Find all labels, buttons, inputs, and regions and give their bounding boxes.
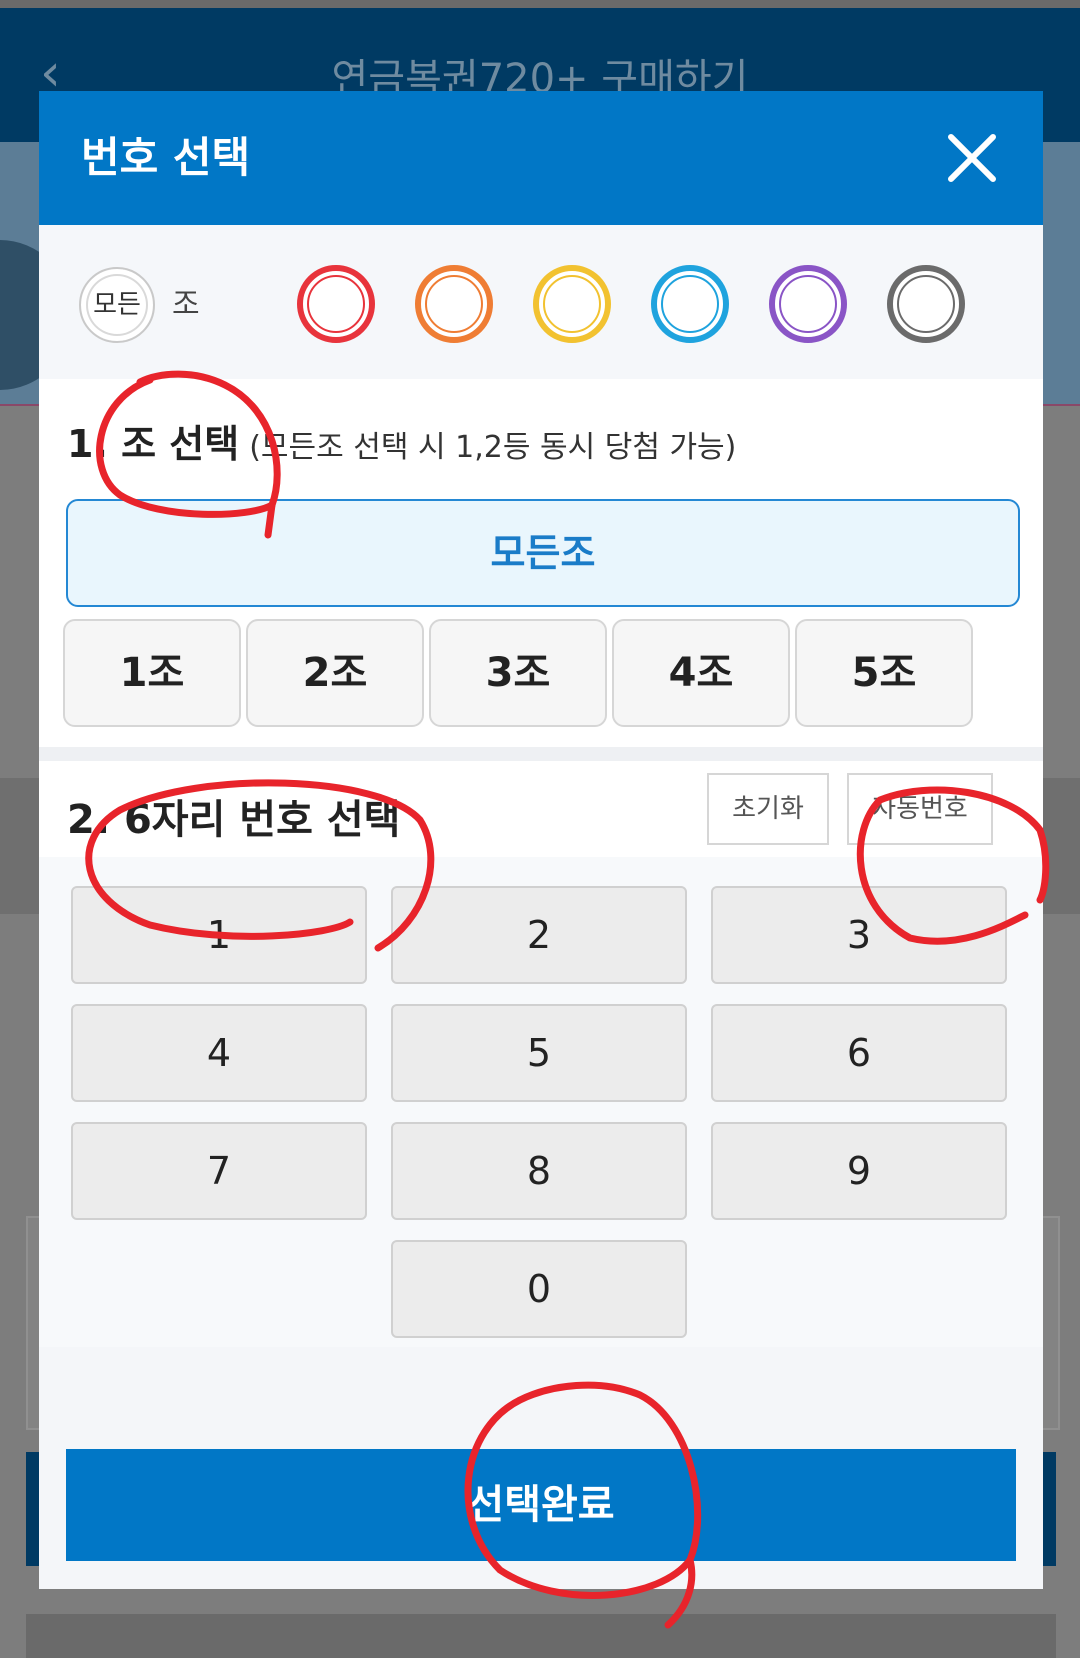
group-3-button[interactable]: 3조 <box>429 619 607 727</box>
section1-subtitle: (모든조 선택 시 1,2등 동시 당첨 가능) <box>249 430 737 465</box>
group-4-circle[interactable] <box>651 265 729 343</box>
keypad-5[interactable]: 5 <box>391 1004 687 1102</box>
auto-number-button[interactable]: 자동번호 <box>847 773 993 845</box>
background-footer <box>26 1614 1056 1658</box>
group-2-button[interactable]: 2조 <box>246 619 424 727</box>
section-divider <box>39 747 1043 761</box>
number-select-modal: 번호 선택 모든 조 1. 조 선택 (모든조 선택 시 1,2등 동시 당첨 가… <box>39 91 1043 1589</box>
group-2-circle[interactable] <box>415 265 493 343</box>
keypad-8[interactable]: 8 <box>391 1122 687 1220</box>
group-4-button[interactable]: 4조 <box>612 619 790 727</box>
all-groups-suffix: 조 <box>172 287 200 322</box>
all-groups-button[interactable]: 모든조 <box>66 499 1020 607</box>
reset-button[interactable]: 초기화 <box>707 773 829 845</box>
all-groups-badge[interactable]: 모든 <box>79 267 155 343</box>
status-strip <box>0 0 1080 8</box>
keypad-1[interactable]: 1 <box>71 886 367 984</box>
keypad-6[interactable]: 6 <box>711 1004 1007 1102</box>
modal-title: 번호 선택 <box>81 133 251 182</box>
section1-title: 1. 조 선택 (모든조 선택 시 1,2등 동시 당첨 가능) <box>67 413 736 468</box>
group-1-circle[interactable] <box>297 265 375 343</box>
group-6-circle[interactable] <box>887 265 965 343</box>
keypad-7[interactable]: 7 <box>71 1122 367 1220</box>
close-icon[interactable] <box>943 129 1001 187</box>
modal-header: 번호 선택 <box>39 91 1043 225</box>
section1-heading: 1. 조 선택 <box>67 422 240 466</box>
group-3-circle[interactable] <box>533 265 611 343</box>
keypad-0[interactable]: 0 <box>391 1240 687 1338</box>
confirm-selection-button[interactable]: 선택완료 <box>66 1449 1016 1561</box>
section2-title: 2. 6자리 번호 선택 <box>67 797 401 843</box>
keypad-2[interactable]: 2 <box>391 886 687 984</box>
group-5-circle[interactable] <box>769 265 847 343</box>
group-1-button[interactable]: 1조 <box>63 619 241 727</box>
group-5-button[interactable]: 5조 <box>795 619 973 727</box>
keypad-4[interactable]: 4 <box>71 1004 367 1102</box>
keypad-9[interactable]: 9 <box>711 1122 1007 1220</box>
keypad-3[interactable]: 3 <box>711 886 1007 984</box>
